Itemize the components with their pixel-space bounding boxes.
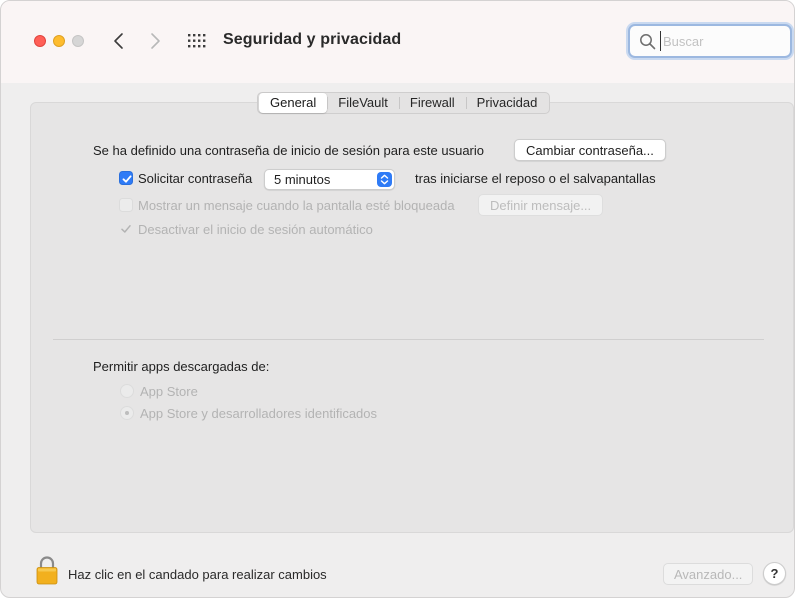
forward-button[interactable] — [144, 29, 166, 53]
disable-auto-login-checkbox[interactable] — [119, 222, 133, 236]
radio-app-store-identified-label: App Store y desarrolladores identificado… — [140, 406, 378, 421]
require-password-checkbox[interactable] — [119, 171, 133, 185]
checkmark-icon — [122, 175, 132, 183]
window-title: Seguridad y privacidad — [223, 31, 402, 48]
minimize-window-button[interactable] — [53, 35, 65, 47]
search-field[interactable] — [628, 24, 792, 58]
lock-button[interactable] — [36, 555, 58, 585]
password-delay-select[interactable]: 5 minutos — [264, 169, 395, 190]
change-password-button[interactable]: Cambiar contraseña... — [514, 139, 666, 161]
disable-auto-login-label: Desactivar el inicio de sesión automátic… — [138, 222, 373, 237]
tab-filevault[interactable]: FileVault — [327, 93, 399, 113]
require-password-suffix: tras iniciarse el reposo o el salvapanta… — [415, 171, 656, 186]
show-message-checkbox[interactable] — [119, 198, 133, 212]
tab-privacidad[interactable]: Privacidad — [465, 93, 549, 113]
tab-bar: General FileVault Firewall Privacidad — [257, 92, 551, 114]
allow-apps-title: Permitir apps descargadas de: — [93, 359, 270, 374]
radio-app-store-label: App Store — [140, 384, 198, 399]
help-button[interactable]: ? — [763, 562, 786, 585]
section-divider — [53, 339, 764, 340]
require-password-label: Solicitar contraseña — [138, 171, 253, 186]
select-arrows-icon — [377, 172, 392, 187]
radio-app-store[interactable] — [120, 384, 134, 398]
chevron-right-icon — [151, 33, 160, 49]
password-delay-value: 5 minutos — [274, 172, 331, 187]
tab-firewall[interactable]: Firewall — [398, 93, 466, 113]
password-set-label: Se ha definido una contraseña de inicio … — [93, 143, 484, 158]
lock-icon — [36, 556, 58, 585]
preferences-window: Seguridad y privacidad General FileVault… — [0, 0, 795, 598]
tab-general[interactable]: General — [259, 93, 328, 113]
advanced-button[interactable]: Avanzado... — [663, 563, 754, 585]
checkmark-icon — [121, 225, 131, 233]
radio-app-store-identified[interactable] — [120, 406, 134, 420]
zoom-window-button[interactable] — [72, 35, 84, 47]
search-input[interactable] — [660, 31, 786, 51]
search-icon — [640, 34, 656, 50]
show-all-button[interactable] — [187, 33, 207, 49]
chevron-left-icon — [114, 33, 123, 49]
lock-hint-text: Haz clic en el candado para realizar cam… — [68, 567, 327, 582]
set-message-button[interactable]: Definir mensaje... — [478, 194, 604, 216]
grid-icon — [188, 34, 206, 48]
toolbar: Seguridad y privacidad — [1, 1, 794, 83]
show-message-label: Mostrar un mensaje cuando la pantalla es… — [138, 198, 455, 213]
close-window-button[interactable] — [34, 35, 46, 47]
back-button[interactable] — [109, 29, 131, 53]
general-panel: Se ha definido una contraseña de inicio … — [30, 102, 794, 533]
